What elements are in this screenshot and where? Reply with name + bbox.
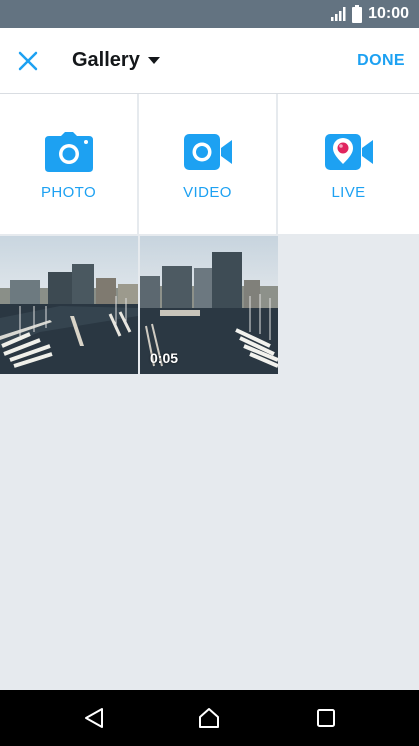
video-tile[interactable]: VIDEO	[139, 94, 278, 234]
harbor-photo	[0, 236, 138, 374]
top-bar: Gallery DONE	[0, 28, 419, 94]
photo-label: PHOTO	[40, 184, 97, 201]
video-label: VIDEO	[183, 184, 232, 201]
gallery-dropdown[interactable]: Gallery	[72, 49, 160, 72]
close-icon	[18, 51, 38, 71]
done-button[interactable]: DONE	[357, 52, 405, 70]
signal-icon	[331, 7, 346, 21]
back-button[interactable]	[82, 706, 106, 735]
photo-tile[interactable]: PHOTO	[0, 94, 139, 234]
photo-thumbnail[interactable]	[0, 236, 138, 374]
status-bar: 10:00	[0, 0, 419, 28]
recents-icon	[317, 709, 335, 727]
home-icon	[199, 708, 219, 728]
back-icon	[85, 708, 103, 728]
status-icons: 10:00	[330, 5, 409, 23]
media-grid: 0:05	[0, 236, 278, 374]
video-duration: 0:05	[150, 350, 179, 366]
gallery-title: Gallery	[72, 49, 140, 71]
capture-options: PHOTO VIDEO LIVE	[0, 94, 419, 234]
close-button[interactable]	[14, 47, 42, 75]
periscope-live-icon	[324, 134, 373, 170]
video-camera-icon	[183, 134, 232, 170]
status-time: 10:00	[368, 5, 409, 22]
navigation-bar	[0, 690, 419, 746]
live-label: LIVE	[331, 184, 366, 201]
home-button[interactable]	[197, 706, 221, 735]
recents-button[interactable]	[315, 706, 337, 735]
live-tile[interactable]: LIVE	[278, 94, 419, 234]
video-thumbnail[interactable]: 0:05	[140, 236, 278, 374]
camera-icon	[44, 132, 93, 172]
dropdown-arrow-icon	[147, 56, 160, 64]
battery-icon	[352, 5, 363, 23]
